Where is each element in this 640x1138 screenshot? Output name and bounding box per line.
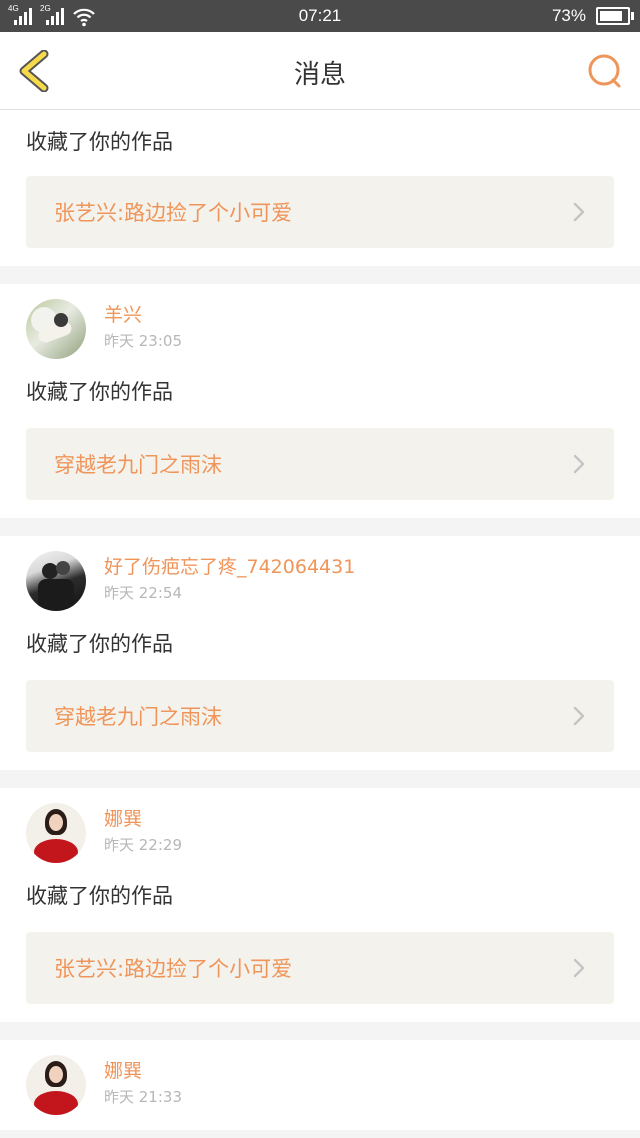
action-text: 收藏了你的作品 (26, 380, 173, 404)
battery-fill (600, 11, 622, 21)
header: 消息 (0, 32, 640, 110)
user-name[interactable]: 娜巽 (104, 807, 182, 831)
avatar[interactable] (26, 299, 86, 359)
chevron-right-icon (573, 454, 585, 474)
message-card: 收藏了你的作品 张艺兴:路边捡了个小可爱 (0, 110, 640, 266)
chevron-right-icon (573, 706, 585, 726)
search-icon[interactable] (586, 52, 624, 90)
work-link[interactable]: 张艺兴:路边捡了个小可爱 (26, 176, 614, 248)
user-name[interactable]: 娜巽 (104, 1059, 182, 1083)
status-bar: 4G 2G 07:21 73% (0, 0, 640, 32)
work-link[interactable]: 张艺兴:路边捡了个小可爱 (26, 932, 614, 1004)
work-title: 穿越老九门之雨沫 (54, 705, 222, 729)
user-name[interactable]: 羊兴 (104, 303, 182, 327)
work-title: 张艺兴:路边捡了个小可爱 (54, 201, 293, 225)
chevron-left-icon[interactable] (14, 50, 54, 92)
user-name[interactable]: 好了伤疤忘了疼_742064431 (104, 555, 355, 579)
avatar[interactable] (26, 551, 86, 611)
battery-percent: 73% (551, 6, 586, 25)
action-text: 收藏了你的作品 (26, 130, 173, 154)
action-text: 收藏了你的作品 (26, 632, 173, 656)
message-card: 娜巽 昨天 22:29 收藏了你的作品 张艺兴:路边捡了个小可爱 (0, 788, 640, 1022)
work-title: 张艺兴:路边捡了个小可爱 (54, 957, 293, 981)
action-text: 收藏了你的作品 (26, 884, 173, 908)
message-card: 好了伤疤忘了疼_742064431 昨天 22:54 收藏了你的作品 穿越老九门… (0, 536, 640, 770)
message-card: 羊兴 昨天 23:05 收藏了你的作品 穿越老九门之雨沫 (0, 284, 640, 518)
avatar[interactable] (26, 1055, 86, 1115)
page-title: 消息 (293, 60, 346, 90)
chevron-right-icon (573, 958, 585, 978)
battery-icon (596, 7, 634, 25)
timestamp: 昨天 21:33 (104, 1087, 182, 1106)
message-card: 娜巽 昨天 21:33 (0, 1040, 640, 1130)
chevron-right-icon (573, 202, 585, 222)
avatar[interactable] (26, 803, 86, 863)
timestamp: 昨天 23:05 (104, 331, 182, 350)
work-link[interactable]: 穿越老九门之雨沫 (26, 680, 614, 752)
timestamp: 昨天 22:29 (104, 835, 182, 854)
message-list: 收藏了你的作品 张艺兴:路边捡了个小可爱 羊兴 昨天 23:05 收藏了你的作品… (0, 110, 640, 1130)
work-title: 穿越老九门之雨沫 (54, 453, 222, 477)
work-link[interactable]: 穿越老九门之雨沫 (26, 428, 614, 500)
timestamp: 昨天 22:54 (104, 583, 182, 602)
clock: 07:21 (298, 6, 342, 25)
